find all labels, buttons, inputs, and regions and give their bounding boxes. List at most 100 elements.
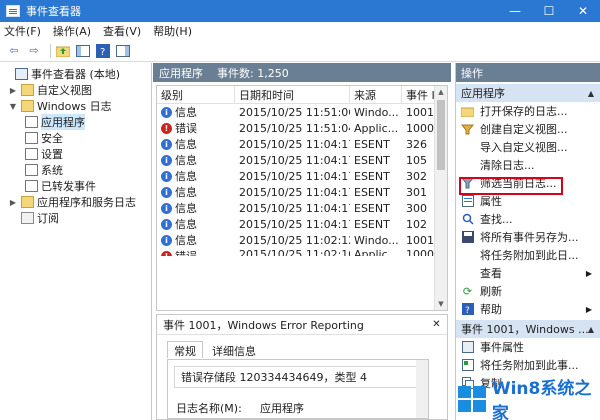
tree-item-security[interactable]: 安全 <box>0 130 151 146</box>
close-button[interactable]: ✕ <box>566 0 600 22</box>
row-source: ESENT <box>354 217 390 231</box>
action-event-properties[interactable]: 事件属性 <box>456 338 600 356</box>
open-log-icon <box>461 105 474 117</box>
error-icon: ! <box>161 122 172 134</box>
blank-icon <box>461 267 474 279</box>
menu-bar: 文件(F) 操作(A) 查看(V) 帮助(H) <box>0 22 600 40</box>
navigation-tree: 事件查看器 (本地) ▶ 自定义视图 ▼ Windows 日志 应用程序 安全 … <box>0 63 152 420</box>
table-row[interactable]: i 信息 2015/10/25 11:04:17 ESENT 102 <box>157 216 447 232</box>
minimize-button[interactable]: — <box>498 0 532 22</box>
window-title: 事件查看器 <box>26 5 81 18</box>
column-source[interactable]: 来源 <box>350 86 402 103</box>
action-label: 打开保存的日志... <box>480 105 568 118</box>
log-name: 应用程序 <box>159 66 203 80</box>
row-level: 错误 <box>175 248 197 256</box>
row-level: 信息 <box>175 170 197 183</box>
refresh-icon: ⟳ <box>462 284 473 298</box>
action-help[interactable]: ? 帮助 ▶ <box>456 300 600 318</box>
table-row[interactable]: i 信息 2015/10/25 11:02:12 Windo... 1001 <box>157 232 447 248</box>
back-arrow-icon[interactable]: ⇦ <box>6 43 22 59</box>
row-level: 信息 <box>175 218 197 231</box>
row-datetime: 2015/10/25 11:51:04 <box>239 121 350 135</box>
tree-item-system[interactable]: 系统 <box>0 162 151 178</box>
up-folder-icon[interactable] <box>55 43 71 59</box>
action-filter-current-log[interactable]: 筛选当前日志... <box>456 174 600 192</box>
action-save-all-events[interactable]: 将所有事件另存为... <box>456 228 600 246</box>
menu-file[interactable]: 文件(F) <box>4 23 41 39</box>
tree-item-application[interactable]: 应用程序 <box>0 114 151 130</box>
close-icon[interactable]: ✕ <box>430 318 443 331</box>
tree-item-custom-views[interactable]: ▶ 自定义视图 <box>0 82 151 98</box>
table-row[interactable]: i 信息 2015/10/25 11:04:17 ESENT 326 <box>157 136 447 152</box>
action-find[interactable]: 查找... <box>456 210 600 228</box>
tree-item-forwarded-events[interactable]: 已转发事件 <box>0 178 151 194</box>
table-row[interactable]: i 信息 2015/10/25 11:04:17 ESENT 300 <box>157 200 447 216</box>
row-level: 错误 <box>175 122 197 135</box>
table-row[interactable]: i 信息 2015/10/25 11:04:17 ESENT 301 <box>157 184 447 200</box>
row-datetime: 2015/10/25 11:04:17 <box>239 217 350 231</box>
show-hide-tree-icon[interactable] <box>75 43 91 59</box>
forward-arrow-icon[interactable]: ⇨ <box>26 43 42 59</box>
event-properties-icon <box>461 341 474 353</box>
log-name-label: 日志名称(M): <box>176 402 242 415</box>
action-open-saved-log[interactable]: 打开保存的日志... <box>456 102 600 120</box>
info-icon: i <box>161 202 172 214</box>
help-icon: ? <box>461 303 474 315</box>
actions-pane: 操作 应用程序 ▲ 打开保存的日志... 创建自定义视图... 导入自定义视图.… <box>455 63 600 420</box>
event-detail-pane: 事件 1001，Windows Error Reporting ✕ 常规 详细信… <box>156 314 448 420</box>
help-icon[interactable]: ? <box>95 43 111 59</box>
row-level: 信息 <box>175 186 197 199</box>
tree-item-root[interactable]: 事件查看器 (本地) <box>0 66 151 82</box>
maximize-button[interactable]: ☐ <box>532 0 566 22</box>
action-label: 清除日志... <box>480 159 535 172</box>
column-level[interactable]: 级别 <box>157 86 235 103</box>
tree-item-subscriptions[interactable]: 订阅 <box>0 210 151 226</box>
tree-item-windows-logs[interactable]: ▼ Windows 日志 <box>0 98 151 114</box>
info-icon: i <box>161 218 172 230</box>
action-clear-log[interactable]: 清除日志... <box>456 156 600 174</box>
scrollbar-thumb[interactable] <box>437 100 445 170</box>
table-row[interactable]: i 信息 2015/10/25 11:04:17 ESENT 302 <box>157 168 447 184</box>
menu-view[interactable]: 查看(V) <box>103 23 141 39</box>
actions-section-application[interactable]: 应用程序 ▲ <box>456 84 600 102</box>
row-level: 信息 <box>175 106 197 119</box>
action-attach-task-to-event[interactable]: 将任务附加到此事... <box>456 356 600 374</box>
table-row[interactable]: ! 错误 2015/10/25 11:51:04 Applic... 1000 <box>157 120 447 136</box>
action-refresh[interactable]: ⟳ 刷新 <box>456 282 600 300</box>
table-row[interactable]: i 信息 2015/10/25 11:51:06 Windo... 1001 <box>157 104 447 120</box>
tree-item-apps-services-logs[interactable]: ▶ 应用程序和服务日志 <box>0 194 151 210</box>
tab-general[interactable]: 常规 <box>167 341 203 358</box>
collapsed-arrow-icon[interactable]: ▶ <box>8 198 18 207</box>
collapsed-arrow-icon[interactable]: ▶ <box>8 86 18 95</box>
event-list-scrollbar[interactable]: ▲ ▼ <box>434 86 447 310</box>
table-row[interactable]: i 信息 2015/10/25 11:04:17 ESENT 105 <box>157 152 447 168</box>
menu-help[interactable]: 帮助(H) <box>153 23 192 39</box>
row-datetime: 2015/10/25 11:02:12 <box>239 233 350 247</box>
detail-scrollbar[interactable] <box>416 360 428 418</box>
actions-section-event[interactable]: 事件 1001，Windows ... ▲ <box>456 320 600 338</box>
info-icon: i <box>161 138 172 150</box>
scroll-down-icon[interactable]: ▼ <box>435 298 447 310</box>
action-properties[interactable]: 属性 <box>456 192 600 210</box>
action-pane-icon[interactable] <box>115 43 131 59</box>
collapse-arrow-icon[interactable]: ▲ <box>588 325 594 334</box>
menu-action[interactable]: 操作(A) <box>53 23 91 39</box>
table-row[interactable]: !错误 2015/10/25 11:02:10 Applic... 1000 <box>157 248 447 256</box>
log-header: 应用程序 事件数: 1,250 <box>153 63 451 82</box>
create-view-icon <box>461 123 474 135</box>
row-datetime: 2015/10/25 11:04:17 <box>239 185 350 199</box>
tab-details[interactable]: 详细信息 <box>205 341 263 358</box>
collapse-arrow-icon[interactable]: ▲ <box>588 89 594 98</box>
action-label: 将所有事件另存为... <box>480 231 579 244</box>
expanded-arrow-icon[interactable]: ▼ <box>8 102 18 111</box>
tree-label: 安全 <box>41 132 63 145</box>
action-create-custom-view[interactable]: 创建自定义视图... <box>456 120 600 138</box>
action-import-custom-view[interactable]: 导入自定义视图... <box>456 138 600 156</box>
scroll-up-icon[interactable]: ▲ <box>435 86 447 98</box>
action-attach-task-to-log[interactable]: 将任务附加到此日... <box>456 246 600 264</box>
action-view[interactable]: 查看 ▶ <box>456 264 600 282</box>
column-datetime[interactable]: 日期和时间 <box>235 86 350 103</box>
tree-item-setup[interactable]: 设置 <box>0 146 151 162</box>
properties-icon <box>461 195 474 207</box>
row-source: ESENT <box>354 201 390 215</box>
